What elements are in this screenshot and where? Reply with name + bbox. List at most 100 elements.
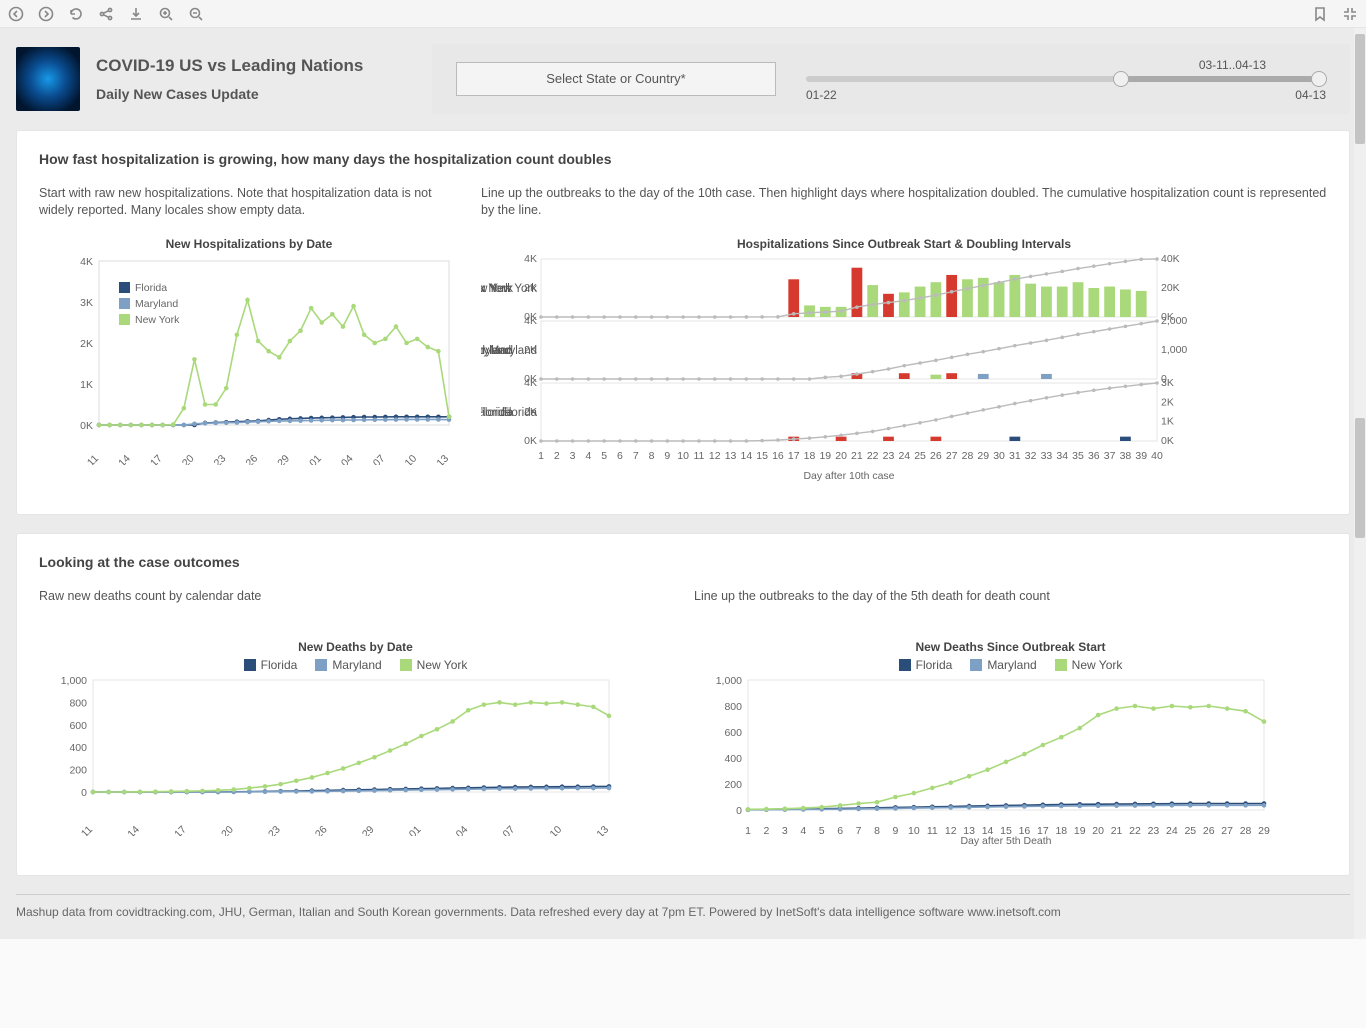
scroll-thumb[interactable] [1355, 34, 1365, 144]
date-range-slider[interactable]: 03-11..04-13 01-22 04-13 [806, 62, 1326, 96]
svg-text:04-01: 04-01 [396, 824, 424, 836]
svg-text:9: 9 [893, 825, 899, 837]
svg-text:22: 22 [1129, 825, 1141, 837]
svg-text:20: 20 [835, 450, 847, 462]
svg-text:4K: 4K [524, 255, 537, 265]
svg-text:03-23: 03-23 [255, 824, 283, 836]
svg-text:800: 800 [724, 701, 742, 713]
svg-text:40: 40 [1151, 450, 1163, 462]
svg-text:03-17: 03-17 [161, 824, 189, 836]
slider-handle-min[interactable] [1113, 71, 1129, 87]
page-subtitle: Daily New Cases Update [96, 86, 363, 102]
svg-text:2K: 2K [1161, 396, 1174, 408]
svg-text:04-07: 04-07 [360, 453, 388, 465]
scrollbar[interactable] [1354, 28, 1366, 939]
svg-text:25: 25 [914, 450, 926, 462]
svg-text:6: 6 [837, 825, 843, 837]
svg-text:15: 15 [756, 450, 768, 462]
svg-text:13: 13 [725, 450, 737, 462]
svg-text:23: 23 [883, 450, 895, 462]
svg-text:5: 5 [819, 825, 825, 837]
slider-min-label: 01-22 [806, 88, 837, 102]
svg-text:4K: 4K [524, 377, 537, 389]
select-state-button[interactable]: Select State or Country* [456, 62, 776, 96]
svg-text:New York: New York [135, 314, 180, 326]
svg-text:31: 31 [1009, 450, 1021, 462]
panel-outcomes: Looking at the case outcomes Raw new dea… [16, 533, 1350, 876]
panel-hospitalization: How fast hospitalization is growing, how… [16, 130, 1350, 515]
svg-text:1,000: 1,000 [61, 676, 87, 687]
svg-text:400: 400 [724, 753, 742, 765]
svg-text:3: 3 [782, 825, 788, 837]
svg-text:34: 34 [1056, 450, 1068, 462]
toolbar [0, 0, 1366, 28]
chart1-title: New Hospitalizations by Date [39, 237, 459, 251]
chart4-title: New Deaths Since Outbreak Start [694, 640, 1327, 654]
svg-text:03-20: 03-20 [208, 824, 236, 836]
svg-text:17: 17 [788, 450, 800, 462]
svg-text:7: 7 [856, 825, 862, 837]
chart-deaths-outbreak: 02004006008001,0001234567891011121314151… [694, 676, 1327, 849]
svg-text:18: 18 [1055, 825, 1067, 837]
title-block: COVID-19 US vs Leading Nations Daily New… [16, 44, 416, 114]
svg-text:8: 8 [874, 825, 880, 837]
svg-text:0K: 0K [524, 435, 537, 447]
refresh-icon[interactable] [68, 6, 84, 22]
svg-text:20: 20 [1092, 825, 1104, 837]
svg-text:40K: 40K [1161, 255, 1180, 265]
svg-text:1,000: 1,000 [1161, 344, 1187, 356]
svg-text:25: 25 [1184, 825, 1196, 837]
chart-new-hosp: 0K1K2K3K4K03-1103-1403-1703-2003-2303-26… [39, 255, 459, 468]
svg-text:4K: 4K [524, 315, 537, 327]
svg-text:Day after 10th case: Day after 10th case [803, 470, 894, 482]
svg-text:19: 19 [819, 450, 831, 462]
svg-text:1: 1 [538, 450, 544, 462]
svg-text:2K: 2K [80, 338, 93, 350]
controls-panel: Select State or Country* 03-11..04-13 01… [432, 44, 1350, 114]
legend-item: Maryland [970, 658, 1036, 672]
chart3-title: New Deaths by Date [39, 640, 672, 654]
back-icon[interactable] [8, 6, 24, 22]
chart3-note: Raw new deaths count by calendar date [39, 588, 672, 622]
chart2-note: Line up the outbreaks to the day of the … [481, 185, 1327, 219]
forward-icon[interactable] [38, 6, 54, 22]
svg-text:19: 19 [1074, 825, 1086, 837]
svg-text:4: 4 [585, 450, 591, 462]
svg-text:03-26: 03-26 [233, 453, 261, 465]
svg-text:Maryland: Maryland [135, 298, 178, 310]
svg-text:04-07: 04-07 [490, 824, 518, 836]
svg-text:03-14: 03-14 [105, 453, 133, 465]
zoom-in-icon[interactable] [158, 6, 174, 22]
svg-text:600: 600 [69, 720, 87, 732]
share-icon[interactable] [98, 6, 114, 22]
svg-text:04-01: 04-01 [296, 453, 324, 465]
svg-text:32: 32 [1025, 450, 1037, 462]
svg-text:03-26: 03-26 [302, 824, 330, 836]
svg-text:03-20: 03-20 [169, 453, 197, 465]
svg-text:3K: 3K [1161, 377, 1174, 389]
svg-text:4K: 4K [80, 256, 93, 268]
svg-text:03-11: 03-11 [68, 824, 95, 836]
svg-text:04-04: 04-04 [443, 824, 471, 836]
svg-text:04-04: 04-04 [328, 453, 356, 465]
svg-text:04-10: 04-10 [392, 453, 420, 465]
svg-text:Florida: Florida [481, 407, 514, 419]
collapse-icon[interactable] [1342, 6, 1358, 22]
svg-text:03-23: 03-23 [201, 453, 229, 465]
bookmark-icon[interactable] [1312, 6, 1328, 22]
svg-text:26: 26 [930, 450, 942, 462]
svg-text:18: 18 [804, 450, 816, 462]
legend-item: Florida [244, 658, 298, 672]
svg-text:800: 800 [69, 697, 87, 709]
zoom-out-icon[interactable] [188, 6, 204, 22]
download-icon[interactable] [128, 6, 144, 22]
svg-text:29: 29 [977, 450, 989, 462]
svg-text:Maryland: Maryland [481, 345, 513, 357]
scroll-thumb[interactable] [1355, 418, 1365, 538]
svg-text:7: 7 [633, 450, 639, 462]
svg-text:11: 11 [927, 825, 938, 837]
svg-text:2,000: 2,000 [1161, 315, 1187, 327]
chart-hosp-doubling: 0K2K4K0K20K40KNew YorkNew YorkNew York0K… [481, 255, 1327, 488]
svg-text:28: 28 [1240, 825, 1252, 837]
slider-handle-max[interactable] [1311, 71, 1327, 87]
